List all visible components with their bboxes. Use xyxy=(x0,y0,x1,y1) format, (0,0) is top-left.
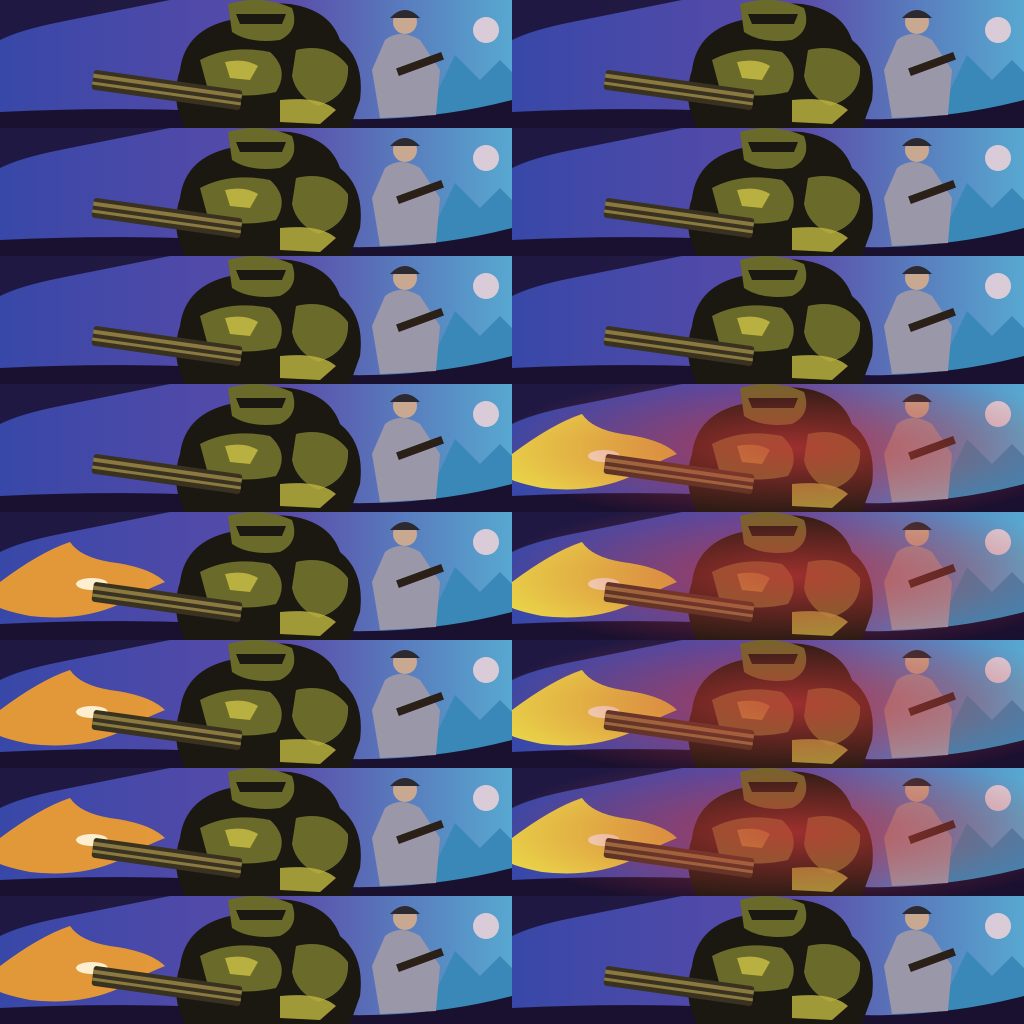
sprite-frame xyxy=(512,512,1024,640)
frame-art xyxy=(0,896,512,1024)
sprite-frame xyxy=(512,0,1024,128)
sprite-frame xyxy=(0,512,512,640)
frame-art xyxy=(0,768,512,896)
moon xyxy=(985,17,1011,43)
frame-art xyxy=(512,896,1024,1024)
red-glow-overlay xyxy=(512,512,1024,640)
moon xyxy=(473,401,499,427)
red-glow-overlay xyxy=(512,640,1024,768)
frame-art xyxy=(0,512,512,640)
frame-art xyxy=(512,128,1024,256)
moon xyxy=(985,145,1011,171)
sprite-frame xyxy=(0,256,512,384)
sprite-frame xyxy=(0,896,512,1024)
frame-art xyxy=(0,384,512,512)
sprite-frame xyxy=(512,768,1024,896)
frame-art xyxy=(0,640,512,768)
sprite-frame xyxy=(512,256,1024,384)
frame-art xyxy=(0,256,512,384)
red-glow-overlay xyxy=(512,384,1024,512)
frame-art xyxy=(512,256,1024,384)
sprite-frame xyxy=(512,384,1024,512)
moon xyxy=(473,529,499,555)
moon xyxy=(473,785,499,811)
moon xyxy=(473,17,499,43)
moon xyxy=(473,145,499,171)
sprite-frame xyxy=(512,128,1024,256)
sprite-frame xyxy=(0,0,512,128)
sprite-frame xyxy=(0,384,512,512)
moon xyxy=(473,913,499,939)
sprite-frame xyxy=(512,640,1024,768)
moon xyxy=(473,657,499,683)
moon xyxy=(985,913,1011,939)
red-glow-overlay xyxy=(512,768,1024,896)
moon xyxy=(473,273,499,299)
sprite-frame xyxy=(0,768,512,896)
sprite-frame xyxy=(0,640,512,768)
frame-art xyxy=(512,768,1024,896)
frame-art xyxy=(512,0,1024,128)
frame-art xyxy=(512,512,1024,640)
sprite-sheet xyxy=(0,0,1024,1024)
frame-art xyxy=(0,128,512,256)
frame-art xyxy=(0,0,512,128)
sprite-frame xyxy=(512,896,1024,1024)
frame-art xyxy=(512,640,1024,768)
moon xyxy=(985,273,1011,299)
sprite-frame xyxy=(0,128,512,256)
frame-art xyxy=(512,384,1024,512)
